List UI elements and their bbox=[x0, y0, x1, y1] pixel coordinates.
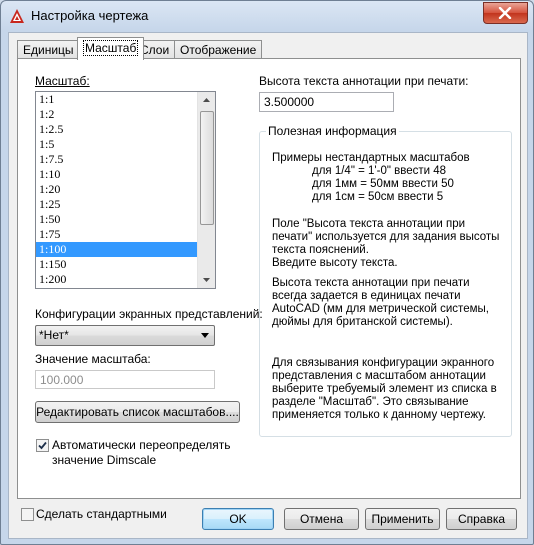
chevron-down-icon bbox=[201, 333, 209, 338]
scale-list-item[interactable]: 1:2 bbox=[36, 107, 198, 122]
tab-display[interactable]: Отображение bbox=[174, 40, 263, 59]
dimscale-label-1: Автоматически переопределять bbox=[52, 438, 231, 452]
dialog-client-area: Единицы Масштаб Слои Отображение Масштаб… bbox=[8, 32, 528, 539]
scale-list-item[interactable]: 1:2.5 bbox=[36, 122, 198, 137]
apply-button[interactable]: Применить bbox=[365, 508, 440, 530]
ok-button[interactable]: OK bbox=[202, 508, 274, 530]
close-button[interactable] bbox=[483, 2, 528, 24]
info-para1-line4: Введите высоту текста. bbox=[272, 257, 398, 269]
scale-list-item[interactable]: 1:200 bbox=[36, 272, 198, 287]
dialog-window: Настройка чертежа Единицы Масштаб Слои О… bbox=[0, 0, 534, 545]
window-title: Настройка чертежа bbox=[31, 8, 149, 23]
scale-list-item[interactable]: 1:50 bbox=[36, 212, 198, 227]
info-para2-line4: дюймы для британской системы). bbox=[272, 316, 453, 328]
tab-scale[interactable]: Масштаб bbox=[77, 37, 145, 60]
info-groupbox: Полезная информация Примеры нестандартны… bbox=[259, 124, 512, 437]
info-para2-line1: Высота текста аннотации при печати bbox=[272, 277, 470, 289]
tab-units[interactable]: Единицы bbox=[17, 40, 80, 59]
checkmark-icon bbox=[38, 441, 47, 450]
viewport-config-value: *Нет* bbox=[39, 328, 69, 342]
scroll-thumb[interactable] bbox=[200, 111, 214, 225]
info-para1-line3: текста пояснений. bbox=[272, 244, 369, 256]
info-para2-line3: AutoCAD (мм для метрической системы, bbox=[272, 303, 489, 315]
cancel-label: Отмена bbox=[299, 512, 344, 526]
tab-panel-scale: Масштаб: 1:1 1:2 1:2.5 1:5 1:7.5 1:10 1:20 1:25… bbox=[17, 58, 521, 499]
viewport-config-label: Конфигурации экранных представлений: bbox=[35, 307, 263, 321]
info-para3-line4: разделе "Масштаб". Это связывание bbox=[272, 396, 469, 408]
dimscale-label-2: значение Dimscale bbox=[52, 453, 157, 467]
scale-items-container: 1:1 1:2 1:2.5 1:5 1:7.5 1:10 1:20 1:25 1:50 1:75 1… bbox=[36, 92, 215, 288]
make-default-label: Сделать стандартными bbox=[36, 507, 167, 521]
scale-listbox[interactable]: 1:1 1:2 1:2.5 1:5 1:7.5 1:10 1:20 1:25 1:50 1:75 1… bbox=[35, 91, 216, 289]
info-para1-line1: Поле "Высота текста аннотации при bbox=[272, 218, 466, 230]
annotation-height-label: Высота текста аннотации при печати: bbox=[259, 74, 469, 88]
apply-label: Применить bbox=[371, 512, 434, 526]
scale-list-item[interactable]: 1:10 bbox=[36, 167, 198, 182]
scale-list-item[interactable]: 1:100 bbox=[36, 242, 198, 257]
info-para3-line3: выберите требуемый элемент из списка в bbox=[272, 383, 497, 395]
example-1: для 1/4" = 1'-0" ввести 48 bbox=[312, 165, 447, 177]
scale-label: Масштаб: bbox=[35, 74, 90, 88]
scale-list-item[interactable]: 1:75 bbox=[36, 227, 198, 242]
dimscale-checkbox[interactable] bbox=[36, 439, 49, 452]
annotation-height-field[interactable]: 3.500000 bbox=[259, 92, 394, 112]
tab-scale-label: Масштаб bbox=[83, 40, 139, 56]
scale-list-item[interactable]: 1:20 bbox=[36, 182, 198, 197]
info-group-title: Полезная информация bbox=[266, 124, 399, 138]
scrollbar[interactable] bbox=[197, 92, 215, 288]
scale-list-item[interactable]: 1:1 bbox=[36, 92, 198, 107]
ok-label: OK bbox=[229, 512, 247, 526]
info-para3-line1: Для связывания конфигурации экранного bbox=[272, 357, 495, 369]
scale-list-item[interactable]: 1:5 bbox=[36, 137, 198, 152]
scroll-up-arrow-icon[interactable] bbox=[198, 92, 215, 109]
scale-list-item[interactable]: 1:25 bbox=[36, 197, 198, 212]
autocad-app-icon bbox=[10, 9, 24, 23]
scale-value-field: 100.000 bbox=[35, 370, 215, 389]
scroll-down-arrow-icon[interactable] bbox=[198, 271, 215, 288]
close-icon bbox=[498, 7, 512, 19]
info-para1-line2: печати" используется для задания высоты bbox=[272, 231, 500, 243]
make-default-checkbox[interactable] bbox=[21, 508, 34, 521]
example-2: для 1мм = 50мм ввести 50 bbox=[312, 178, 454, 190]
viewport-config-dropdown[interactable]: *Нет* bbox=[35, 325, 215, 346]
examples-title: Примеры нестандартных масштабов bbox=[272, 152, 470, 164]
info-para3-line5: применяется только к данному чертежу. bbox=[272, 409, 486, 421]
help-button[interactable]: Справка bbox=[446, 508, 517, 530]
help-label: Справка bbox=[457, 512, 506, 526]
scale-list-item[interactable]: 1:150 bbox=[36, 257, 198, 272]
info-para2-line2: всегда задается в единицах печати bbox=[272, 290, 461, 302]
info-para3-line2: представления с масштабом аннотации bbox=[272, 370, 486, 382]
edit-scale-list-label: Редактировать список масштабов.... bbox=[36, 405, 239, 419]
scale-list-item[interactable]: 1:250 bbox=[36, 287, 198, 288]
cancel-button[interactable]: Отмена bbox=[284, 508, 359, 530]
edit-scale-list-button[interactable]: Редактировать список масштабов.... bbox=[35, 401, 240, 423]
example-3: для 1см = 50см ввести 5 bbox=[312, 191, 444, 203]
scale-value-label: Значение масштаба: bbox=[35, 352, 151, 366]
scale-list-item[interactable]: 1:7.5 bbox=[36, 152, 198, 167]
